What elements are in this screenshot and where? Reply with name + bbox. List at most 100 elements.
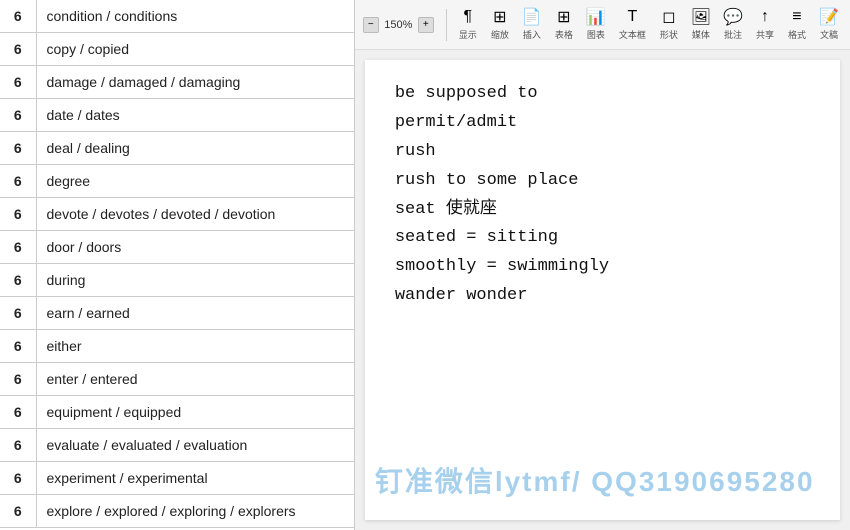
view-icon: ⊞ <box>491 8 509 26</box>
watermark: 钉准微信lytmf/ QQ3190695280 <box>375 460 815 500</box>
share-icon: ↑ <box>756 8 774 26</box>
document-content: be supposed topermit/admitrushrush to so… <box>365 60 840 520</box>
comment-icon: 💬 <box>724 8 742 26</box>
level-cell: 6 <box>0 330 36 363</box>
level-cell: 6 <box>0 0 36 33</box>
level-cell: 6 <box>0 66 36 99</box>
toolbar-label-comment: 批注 <box>724 28 742 41</box>
level-cell: 6 <box>0 429 36 462</box>
toolbar-label-insert: 插入 <box>523 28 541 41</box>
toolbar-item-text[interactable]: T 文本框 <box>615 6 650 43</box>
table-row: 6 during <box>0 264 354 297</box>
table-row: 6 devote / devotes / devoted / devotion <box>0 198 354 231</box>
zoom-in-button[interactable]: + <box>418 17 434 33</box>
doc-line: wander wonder <box>395 282 810 311</box>
word-cell: either <box>36 330 354 363</box>
toolbar-label-text: 文本框 <box>619 28 646 41</box>
level-cell: 6 <box>0 231 36 264</box>
toolbar-label-view: 缩放 <box>491 28 509 41</box>
word-cell: door / doors <box>36 231 354 264</box>
toolbar-item-table[interactable]: ⊞ 表格 <box>551 6 577 43</box>
word-cell: explore / explored / exploring / explore… <box>36 495 354 528</box>
level-cell: 6 <box>0 264 36 297</box>
toolbar-item-format[interactable]: ¶ 显示 <box>455 6 481 43</box>
table-icon: ⊞ <box>555 8 573 26</box>
word-cell: earn / earned <box>36 297 354 330</box>
toolbar-label-chart: 图表 <box>587 28 605 41</box>
level-cell: 6 <box>0 297 36 330</box>
doc-line: rush to some place <box>395 167 810 196</box>
table-row: 6 evaluate / evaluated / evaluation <box>0 429 354 462</box>
level-cell: 6 <box>0 165 36 198</box>
vocab-panel: 6 condition / conditions 6 copy / copied… <box>0 0 355 530</box>
document-panel: − 150% + ¶ 显示 ⊞ 缩放 📄 插入 ⊞ 表格 📊 图表 T 文本框 <box>355 0 850 530</box>
text-icon: T <box>623 8 641 26</box>
toolbar-item-docformat[interactable]: ≡ 格式 <box>784 6 810 43</box>
table-row: 6 condition / conditions <box>0 0 354 33</box>
shape-icon: ◻ <box>660 8 678 26</box>
level-cell: 6 <box>0 495 36 528</box>
docformat-icon: ≡ <box>788 8 806 26</box>
toolbar-item-insert[interactable]: 📄 插入 <box>519 6 545 43</box>
word-cell: condition / conditions <box>36 0 354 33</box>
table-row: 6 damage / damaged / damaging <box>0 66 354 99</box>
level-cell: 6 <box>0 462 36 495</box>
format-icon: ¶ <box>459 8 477 26</box>
chart-icon: 📊 <box>587 8 605 26</box>
toolbar-item-view[interactable]: ⊞ 缩放 <box>487 6 513 43</box>
level-cell: 6 <box>0 363 36 396</box>
toolbar-label-table: 表格 <box>555 28 573 41</box>
toolbar-divider-1 <box>446 9 447 41</box>
toolbar-item-share[interactable]: ↑ 共享 <box>752 6 778 43</box>
doc-line: be supposed to <box>395 80 810 109</box>
level-cell: 6 <box>0 99 36 132</box>
zoom-controls[interactable]: − 150% + <box>363 17 434 33</box>
table-row: 6 door / doors <box>0 231 354 264</box>
media-icon: 🖼 <box>692 8 710 26</box>
table-row: 6 degree <box>0 165 354 198</box>
word-cell: deal / dealing <box>36 132 354 165</box>
table-row: 6 deal / dealing <box>0 132 354 165</box>
word-cell: enter / entered <box>36 363 354 396</box>
level-cell: 6 <box>0 33 36 66</box>
doc-line: permit/admit <box>395 109 810 138</box>
word-cell: during <box>36 264 354 297</box>
document-text: be supposed topermit/admitrushrush to so… <box>395 80 810 311</box>
toolbar-item-shape[interactable]: ◻ 形状 <box>656 6 682 43</box>
word-cell: damage / damaged / damaging <box>36 66 354 99</box>
table-row: 6 experiment / experimental <box>0 462 354 495</box>
level-cell: 6 <box>0 132 36 165</box>
word-cell: equipment / equipped <box>36 396 354 429</box>
table-row: 6 explore / explored / exploring / explo… <box>0 495 354 528</box>
table-row: 6 enter / entered <box>0 363 354 396</box>
toolbar-label-share: 共享 <box>756 28 774 41</box>
insert-icon: 📄 <box>523 8 541 26</box>
doc-line: smoothly = swimmingly <box>395 253 810 282</box>
table-row: 6 earn / earned <box>0 297 354 330</box>
toolbar-item-comment[interactable]: 💬 批注 <box>720 6 746 43</box>
toolbar-label-doc: 文稿 <box>820 28 838 41</box>
toolbar-label-format: 显示 <box>459 28 477 41</box>
word-cell: experiment / experimental <box>36 462 354 495</box>
word-cell: devote / devotes / devoted / devotion <box>36 198 354 231</box>
toolbar: − 150% + ¶ 显示 ⊞ 缩放 📄 插入 ⊞ 表格 📊 图表 T 文本框 <box>355 0 850 50</box>
word-cell: date / dates <box>36 99 354 132</box>
toolbar-label-docformat: 格式 <box>788 28 806 41</box>
level-cell: 6 <box>0 396 36 429</box>
word-cell: copy / copied <box>36 33 354 66</box>
doc-icon: 📝 <box>820 8 838 26</box>
toolbar-item-media[interactable]: 🖼 媒体 <box>688 6 714 43</box>
toolbar-item-chart[interactable]: 📊 图表 <box>583 6 609 43</box>
table-row: 6 date / dates <box>0 99 354 132</box>
zoom-out-button[interactable]: − <box>363 17 379 33</box>
doc-line: rush <box>395 138 810 167</box>
toolbar-label-media: 媒体 <box>692 28 710 41</box>
doc-line: seat 使就座 <box>395 196 810 225</box>
zoom-value: 150% <box>381 19 416 31</box>
table-row: 6 copy / copied <box>0 33 354 66</box>
doc-line: seated = sitting <box>395 224 810 253</box>
toolbar-label-shape: 形状 <box>660 28 678 41</box>
vocab-table: 6 condition / conditions 6 copy / copied… <box>0 0 354 528</box>
toolbar-item-doc[interactable]: 📝 文稿 <box>816 6 842 43</box>
word-cell: degree <box>36 165 354 198</box>
